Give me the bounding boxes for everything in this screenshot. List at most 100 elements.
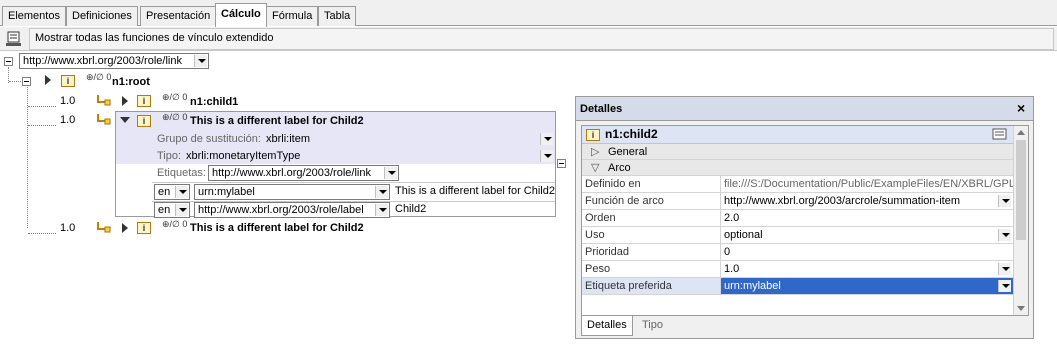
row-orden[interactable]: Orden 2.0: [582, 210, 1014, 227]
child3-weight[interactable]: 1.0: [60, 222, 75, 234]
funcion-select[interactable]: [998, 194, 1012, 210]
label2-role-select[interactable]: http://www.xbrl.org/2003/role/label: [194, 202, 390, 218]
label1-text[interactable]: This is a different label for Child2: [395, 185, 555, 197]
arc-icon: [97, 95, 111, 106]
row-key: Etiqueta preferida: [585, 280, 672, 292]
scroll-thumb[interactable]: [1016, 140, 1026, 240]
row-uso[interactable]: Uso optional: [582, 227, 1014, 244]
row-prioridad[interactable]: Prioridad 0: [582, 244, 1014, 261]
grupo-select[interactable]: [540, 132, 554, 148]
label1-role-select[interactable]: urn:mylabel: [194, 184, 390, 200]
etiqueta-select[interactable]: [998, 279, 1012, 295]
row-definido-en[interactable]: Definido en file:///S:/Documentation/Pub…: [582, 176, 1014, 193]
scroll-up-icon[interactable]: [1017, 130, 1025, 135]
child2-name[interactable]: This is a different label for Child2: [190, 115, 364, 127]
role-link-value: http://www.xbrl.org/2003/role/link: [23, 55, 182, 67]
details-scrollbar[interactable]: [1013, 126, 1028, 315]
tab-tabla[interactable]: Tabla: [318, 6, 357, 26]
chevron-down-icon: [998, 280, 1011, 292]
tree-line: [9, 81, 23, 82]
arc-icon: [97, 222, 111, 233]
grupo-label: Grupo de sustitución:: [157, 133, 261, 145]
item-icon: i: [586, 129, 600, 141]
collapse-root-toggle[interactable]: [22, 77, 31, 86]
list-icon: [6, 31, 21, 46]
chevron-down-icon: [998, 263, 1011, 275]
peso-select[interactable]: [998, 262, 1012, 278]
tab-detalles[interactable]: Detalles: [581, 316, 633, 336]
section-arco[interactable]: ▽ Arco: [582, 160, 1014, 176]
row-key: Uso: [585, 229, 605, 241]
etiquetas-value: http://www.xbrl.org/2003/role/link: [212, 167, 371, 179]
label2-role: http://www.xbrl.org/2003/role/label: [198, 204, 364, 216]
child2-weight[interactable]: 1.0: [60, 114, 75, 126]
details-element-header: i n1:child2: [582, 126, 1014, 144]
collapse-labels-toggle[interactable]: [557, 159, 566, 168]
chevron-down-icon: [998, 195, 1011, 207]
collapse-root-link-toggle[interactable]: [4, 57, 13, 66]
details-property-grid: i n1:child2 ▷ General ▽ Arco Definido en…: [581, 125, 1029, 316]
uso-select[interactable]: [998, 228, 1012, 244]
app-window: Elementos Definiciones Presentación Cálc…: [0, 0, 1057, 359]
scroll-down-icon[interactable]: [1017, 306, 1025, 311]
tab-calculo[interactable]: Cálculo: [215, 3, 267, 27]
etiquetas-select[interactable]: http://www.xbrl.org/2003/role/link: [208, 165, 399, 181]
child1-name[interactable]: n1:child1: [190, 96, 238, 108]
row-value: http://www.xbrl.org/2003/arcrole/summati…: [720, 193, 1014, 209]
label2-lang-select[interactable]: en: [154, 202, 190, 218]
expand-arrow-icon[interactable]: [45, 75, 51, 85]
label1-lang-select[interactable]: en: [154, 184, 190, 200]
item-icon: i: [137, 95, 151, 107]
tab-elementos[interactable]: Elementos: [2, 6, 66, 26]
chevron-down-icon: [175, 204, 188, 216]
row-peso[interactable]: Peso 1.0: [582, 261, 1014, 278]
chevron-down-icon: [375, 186, 388, 198]
tab-definiciones[interactable]: Definiciones: [66, 6, 138, 26]
label2-text[interactable]: Child2: [395, 203, 426, 215]
node-badge: ⊕/∅ 0: [162, 92, 188, 102]
label2-lang: en: [158, 204, 171, 216]
tree-line: [27, 87, 28, 228]
chevron-down-icon: [175, 186, 188, 198]
tree-line: [28, 233, 56, 234]
item-icon: i: [137, 222, 151, 234]
root-node-name[interactable]: n1:root: [112, 76, 150, 88]
child3-name[interactable]: This is a different label for Child2: [190, 222, 364, 234]
row-value: 0: [720, 244, 1014, 260]
section-general-label: General: [608, 146, 648, 158]
item-icon: i: [137, 115, 151, 127]
expand-arrow-icon[interactable]: [122, 96, 128, 106]
tipo-value: xbrli:monetaryItemType: [186, 150, 301, 162]
row-key: Prioridad: [585, 246, 630, 258]
details-options-icon[interactable]: [992, 128, 1008, 142]
chevron-down-icon: [384, 167, 397, 179]
tab-bar: Elementos Definiciones Presentación Cálc…: [0, 0, 1057, 27]
tab-presentacion[interactable]: Presentación: [140, 6, 217, 26]
child1-weight[interactable]: 1.0: [60, 95, 75, 107]
expand-arrow-icon[interactable]: [122, 223, 128, 233]
collapse-arrow-icon[interactable]: [120, 117, 130, 123]
row-value: 2.0: [720, 210, 1014, 226]
close-icon[interactable]: ×: [1017, 100, 1025, 116]
details-title-bar: Detalles ×: [576, 97, 1033, 121]
show-extended-link-button[interactable]: [3, 29, 25, 49]
tree-line: [28, 125, 56, 126]
etiquetas-label: Etiquetas:: [157, 167, 206, 179]
chevron-down-icon: [540, 133, 553, 145]
divider: [152, 182, 555, 183]
chevron-down-icon: [998, 229, 1011, 241]
node-badge: ⊕/∅ 0: [86, 72, 112, 82]
chevron-down-icon: [540, 150, 553, 162]
row-etiqueta-preferida[interactable]: Etiqueta preferida urn:mylabel: [582, 278, 1014, 295]
section-general[interactable]: ▷ General: [582, 144, 1014, 160]
row-funcion-de-arco[interactable]: Función de arco http://www.xbrl.org/2003…: [582, 193, 1014, 210]
node-badge: ⊕/∅ 0: [162, 112, 188, 122]
role-link-select[interactable]: http://www.xbrl.org/2003/role/link: [19, 53, 209, 69]
toolbar: Mostrar todas las funciones de vínculo e…: [0, 27, 1057, 51]
grupo-value: xbrli:item: [266, 133, 311, 145]
tab-tipo[interactable]: Tipo: [637, 316, 668, 336]
arc-icon: [97, 114, 111, 125]
tipo-select[interactable]: [540, 149, 554, 165]
row-key: Peso: [585, 263, 611, 275]
tab-formula[interactable]: Fórmula: [266, 6, 319, 26]
